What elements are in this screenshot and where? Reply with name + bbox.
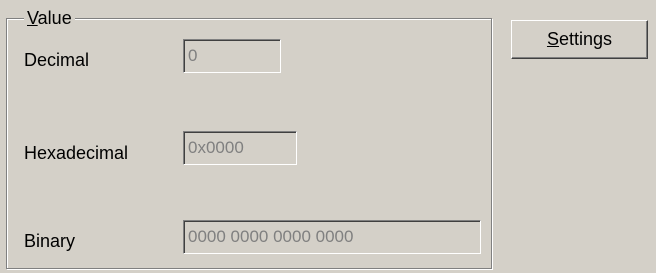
value-title-rest: alue xyxy=(37,8,72,28)
hexadecimal-label: Hexadecimal xyxy=(24,143,129,163)
value-groupbox-title: Value xyxy=(24,8,75,28)
value-converter-panel: Value Decimal Hexadecimal Binary Setting… xyxy=(0,0,656,273)
value-title-mnemonic: V xyxy=(27,8,38,28)
settings-button[interactable]: Settings xyxy=(511,20,648,59)
settings-mnemonic: S xyxy=(546,29,559,49)
decimal-field[interactable] xyxy=(183,39,281,73)
binary-field[interactable] xyxy=(183,220,481,254)
binary-label: Binary xyxy=(24,231,76,251)
hexadecimal-field[interactable] xyxy=(183,131,297,165)
settings-label-rest: ettings xyxy=(558,29,613,49)
decimal-label: Decimal xyxy=(24,50,90,70)
